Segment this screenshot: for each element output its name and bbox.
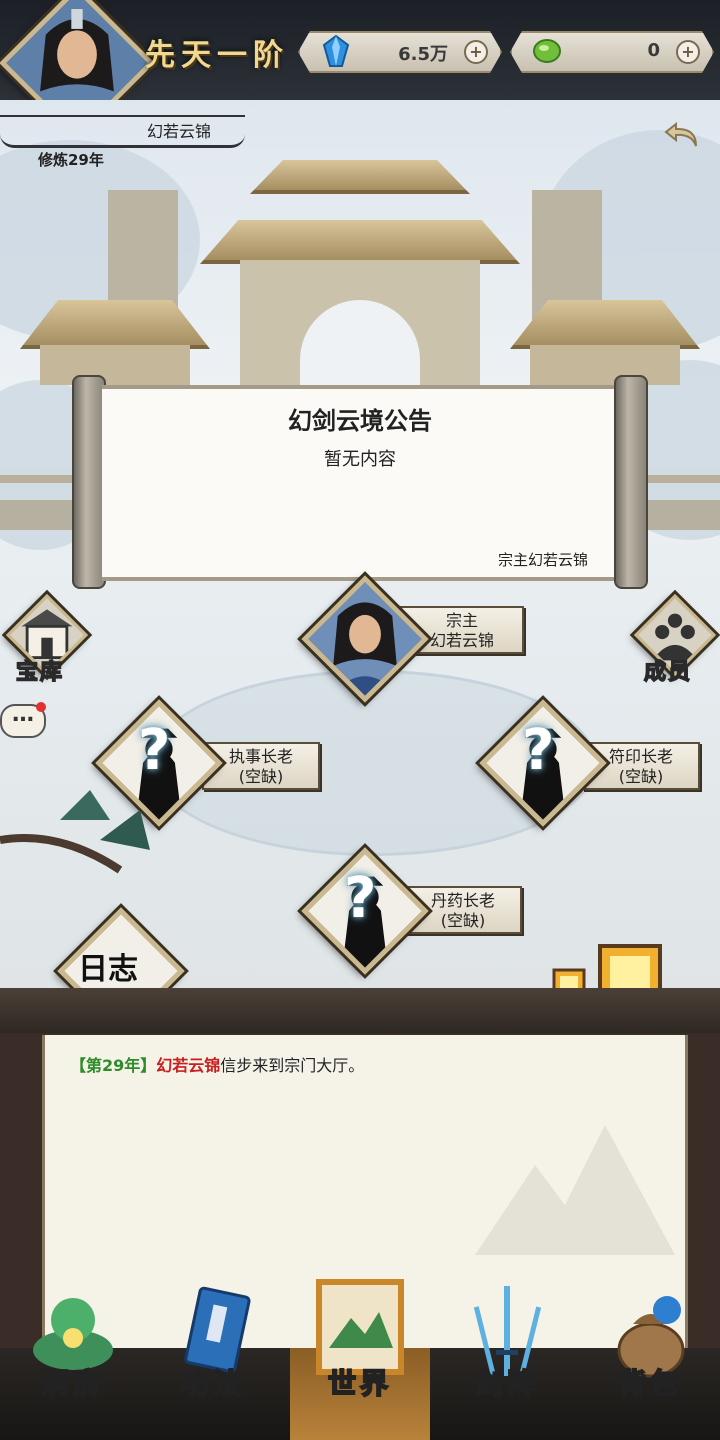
log-shelf	[0, 988, 720, 1036]
notice-signature: 宗主幻若云锦	[497, 551, 588, 569]
cultivation-years-label: 修炼29年	[38, 151, 104, 169]
nav-cave[interactable]: 洞府	[8, 1280, 138, 1430]
add-jade-button[interactable]: +	[676, 40, 700, 64]
scroll-roller-right	[614, 375, 648, 589]
landscape-watermark	[475, 1125, 675, 1255]
realm-title: 先天一阶	[145, 38, 289, 73]
treasury-button[interactable]: 宝库	[5, 593, 89, 690]
nav-cave-label: 洞府	[40, 1366, 105, 1401]
nav-world[interactable]: 世界	[295, 1279, 425, 1430]
members-button[interactable]: 成员	[633, 593, 717, 690]
log-entry-name: 幻若云锦	[156, 1056, 221, 1075]
leader-title: 宗主	[445, 611, 478, 630]
nav-skills-label: 功法	[180, 1366, 245, 1401]
back-arrow-icon[interactable]	[662, 120, 702, 152]
log-badge-label: 日志	[78, 952, 138, 987]
notice-content: 暂无内容	[324, 449, 396, 470]
vacant-question-icon: ?	[522, 718, 555, 783]
nav-sword-array[interactable]: 剑阵	[442, 1280, 572, 1430]
scroll-roller-left	[72, 375, 106, 589]
deacon-status: (空缺)	[238, 767, 284, 786]
chat-unread-dot	[36, 702, 46, 712]
nav-world-label: 世界	[327, 1366, 392, 1401]
log-entry-message: 信步来到宗门大厅。	[220, 1056, 365, 1075]
add-spirit-stone-button[interactable]: +	[464, 40, 488, 64]
log-entry: 【第29年】幻若云锦信步来到宗门大厅。	[70, 1052, 364, 1076]
player-avatar[interactable]	[0, 0, 155, 141]
vacant-question-icon: ?	[138, 718, 171, 783]
crystal-icon	[322, 35, 350, 67]
notice-title: 幻剑云境公告	[288, 407, 432, 435]
sect-notice-scroll: 幻剑云境公告 暂无内容 宗主幻若云锦	[72, 375, 648, 589]
sect-name-label: 幻若云锦	[147, 122, 212, 141]
notice-paper: 幻剑云境公告 暂无内容 宗主幻若云锦	[102, 385, 618, 581]
members-label: 成员	[643, 658, 693, 686]
jade-icon	[532, 37, 562, 65]
slot-seal-elder[interactable]: 符印长老 (空缺) ?	[479, 699, 710, 827]
vacant-question-icon: ?	[344, 866, 377, 931]
pine-branch-icon	[0, 790, 150, 874]
slot-alchemy-elder[interactable]: 丹药长老 (空缺) ?	[301, 847, 532, 975]
jade-value: 0	[647, 40, 660, 61]
nav-bag-label: 背包	[617, 1366, 682, 1401]
spirit-stone-counter: 6.5万 +	[298, 31, 502, 73]
chat-ellipsis-icon: …	[12, 702, 34, 727]
jade-counter: 0 +	[510, 31, 714, 73]
nav-skills[interactable]: 功法	[148, 1280, 278, 1430]
spirit-stone-value: 6.5万	[398, 44, 448, 65]
treasury-label: 宝库	[15, 658, 65, 686]
nav-bag[interactable]: 背包	[585, 1280, 715, 1430]
leader-portrait	[308, 582, 422, 696]
chat-bubble-button[interactable]: …	[0, 702, 46, 738]
log-entry-year: 【第29年】	[70, 1056, 157, 1075]
nav-sword-array-label: 剑阵	[474, 1366, 539, 1401]
slot-leader[interactable]: 宗主 幻若云锦	[301, 575, 530, 703]
seal-status: (空缺)	[618, 767, 664, 786]
